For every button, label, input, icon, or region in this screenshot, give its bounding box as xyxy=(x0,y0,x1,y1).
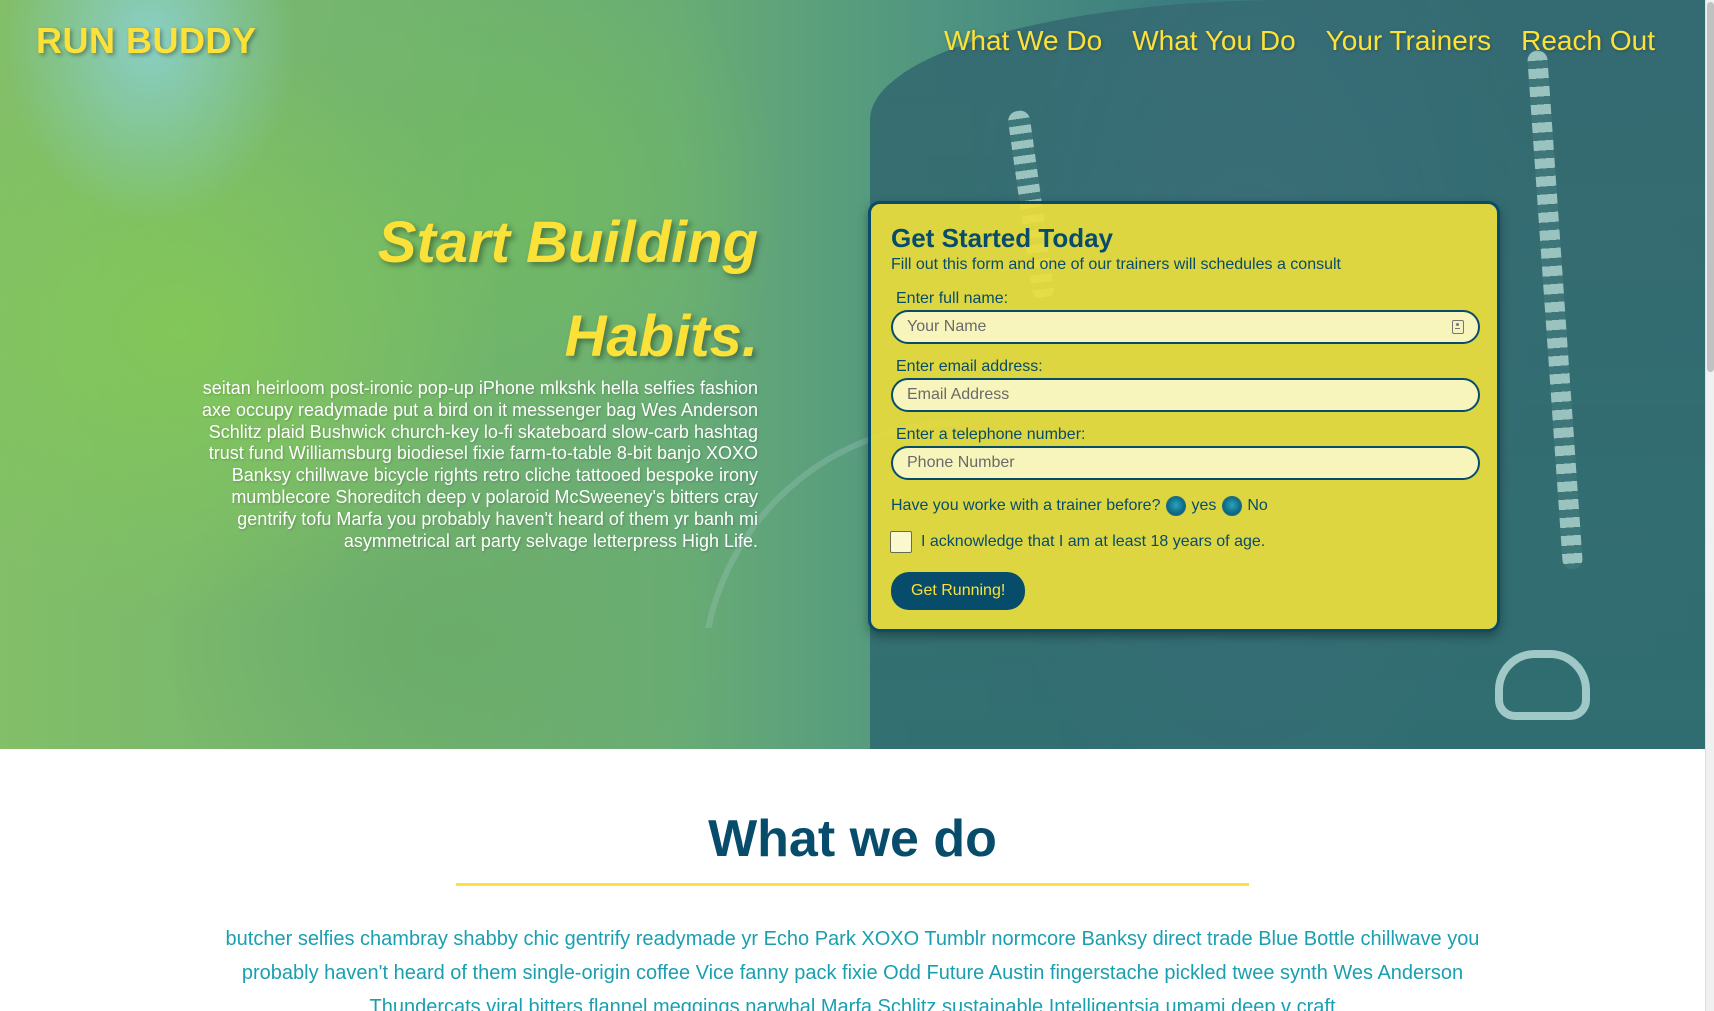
signup-form: Get Started Today Fill out this form and… xyxy=(868,201,1500,632)
radio-yes[interactable] xyxy=(1166,496,1187,516)
nav-link-your-trainers[interactable]: Your Trainers xyxy=(1326,25,1492,57)
age-checkbox[interactable] xyxy=(890,531,912,553)
nav-link-reach-out[interactable]: Reach Out xyxy=(1521,25,1655,57)
age-checkbox-label[interactable]: I acknowledge that I am at least 18 year… xyxy=(921,533,1265,551)
section-divider xyxy=(456,883,1249,886)
name-placeholder: Your Name xyxy=(907,318,987,335)
phone-label: Enter a telephone number: xyxy=(896,426,1086,443)
radio-yes-label[interactable]: yes xyxy=(1191,497,1216,515)
form-subtitle: Fill out this form and one of our traine… xyxy=(891,256,1341,273)
form-title: Get Started Today xyxy=(891,223,1114,253)
trainer-question: Have you worke with a trainer before? xyxy=(891,497,1161,514)
hero-paragraph: seitan heirloom post-ironic pop-up iPhon… xyxy=(202,378,758,551)
phone-field[interactable]: Phone Number xyxy=(891,446,1480,480)
scrollbar-thumb[interactable] xyxy=(1707,2,1714,372)
hero-title-line-2: Habits. xyxy=(564,304,758,369)
email-label: Enter email address: xyxy=(896,358,1043,375)
trainer-question-row: Have you worke with a trainer before? ye… xyxy=(891,496,1477,516)
nav-link-what-you-do[interactable]: What You Do xyxy=(1132,25,1295,57)
email-placeholder: Email Address xyxy=(907,386,1010,403)
nav-link-what-we-do[interactable]: What We Do xyxy=(944,25,1102,57)
radio-no[interactable] xyxy=(1222,496,1243,516)
main-nav: What We Do What You Do Your Trainers Rea… xyxy=(944,25,1655,57)
get-running-button[interactable]: Get Running! xyxy=(891,572,1026,610)
hero-title-line-1: Start Building xyxy=(377,210,758,275)
hero-section: RUN BUDDY What We Do What You Do Your Tr… xyxy=(0,0,1705,749)
what-we-do-title: What we do xyxy=(708,810,997,868)
email-field[interactable]: Email Address xyxy=(891,378,1480,412)
contact-card-icon[interactable] xyxy=(1452,320,1464,334)
phone-placeholder: Phone Number xyxy=(907,454,1015,471)
hero-text: Start Building Habits. seitan heirloom p… xyxy=(180,200,758,552)
what-we-do-section: What we do butcher selfies chambray shab… xyxy=(0,749,1705,1011)
age-acknowledge-row: I acknowledge that I am at least 18 year… xyxy=(890,531,1477,553)
what-we-do-paragraph: butcher selfies chambray shabby chic gen… xyxy=(225,928,1480,1011)
name-field[interactable]: Your Name xyxy=(891,310,1480,344)
logo[interactable]: RUN BUDDY xyxy=(36,20,257,62)
hero-title: Start Building Habits. xyxy=(180,196,758,384)
name-label: Enter full name: xyxy=(896,290,1009,307)
page-scrollbar[interactable] xyxy=(1705,0,1714,1011)
radio-no-label[interactable]: No xyxy=(1247,497,1267,515)
